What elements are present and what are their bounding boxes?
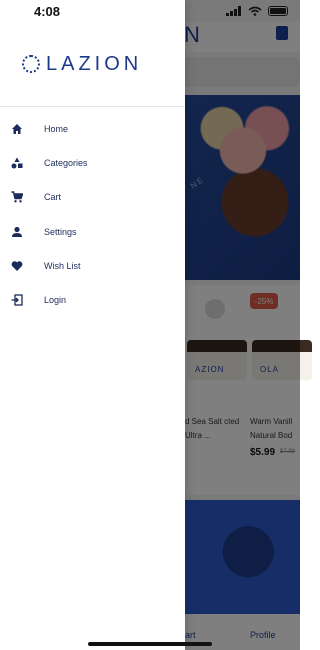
- wifi-icon: [248, 6, 262, 16]
- status-bar: 4:08: [0, 0, 300, 22]
- login-icon: [9, 292, 25, 308]
- menu-label: Home: [44, 124, 69, 135]
- drawer-divider: [0, 106, 185, 107]
- heart-icon: [9, 258, 25, 274]
- battery-icon: [268, 6, 288, 16]
- menu-item-home[interactable]: Home: [0, 112, 185, 146]
- categories-icon: [9, 155, 25, 171]
- menu-item-login[interactable]: Login: [0, 283, 185, 317]
- menu-label: Categories: [44, 158, 88, 169]
- home-icon: [9, 121, 25, 137]
- menu-label: Settings: [44, 226, 77, 237]
- home-indicator: [88, 642, 212, 646]
- menu-item-cart[interactable]: Cart: [0, 180, 185, 214]
- navigation-drawer: LAZION Home Categories Cart Settings Wis…: [0, 0, 185, 650]
- cart-icon: [9, 189, 25, 205]
- logo-ring-icon: [22, 55, 40, 73]
- menu-item-categories[interactable]: Categories: [0, 146, 185, 180]
- brand-logo: LAZION: [22, 52, 142, 76]
- drawer-menu: Home Categories Cart Settings Wish List: [0, 112, 185, 317]
- menu-item-settings[interactable]: Settings: [0, 215, 185, 249]
- menu-item-wish-list[interactable]: Wish List: [0, 249, 185, 283]
- logo-text: LAZION: [46, 52, 143, 75]
- status-icons: [226, 6, 288, 16]
- menu-label: Wish List: [44, 260, 81, 271]
- menu-label: Login: [44, 295, 67, 306]
- status-time: 4:08: [34, 3, 61, 19]
- person-icon: [9, 224, 25, 240]
- signal-icon: [226, 6, 241, 16]
- menu-label: Cart: [44, 192, 62, 203]
